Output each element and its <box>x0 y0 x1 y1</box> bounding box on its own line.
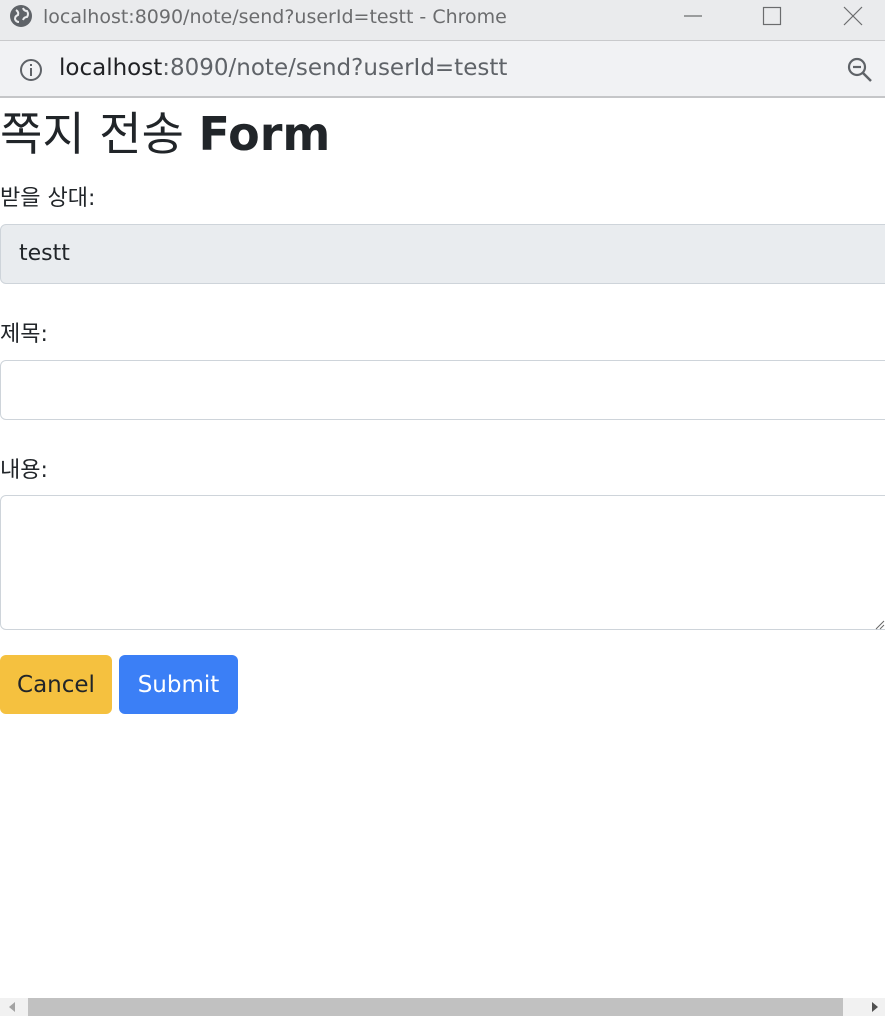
page-title-bold: Form <box>198 107 331 161</box>
subject-label: 제목: <box>0 322 48 347</box>
subject-input[interactable] <box>0 360 885 420</box>
maximize-icon <box>762 6 782 26</box>
recipient-label: 받을 상대: <box>0 186 96 211</box>
scroll-left-arrow-icon[interactable] <box>8 1002 16 1012</box>
scroll-right-arrow-icon[interactable] <box>871 1002 879 1012</box>
info-icon[interactable] <box>19 58 43 82</box>
page-content: 쪽지 전송 Form 받을 상대: testt 제목: 내용: Cancel S… <box>0 100 885 998</box>
address-bar[interactable]: localhost:8090/note/send?userId=testt <box>0 40 885 98</box>
submit-button[interactable]: Submit <box>119 655 238 714</box>
window-title-bar: localhost:8090/note/send?userId=testt - … <box>0 0 885 40</box>
minimize-button[interactable] <box>663 0 723 32</box>
minimize-icon <box>684 15 702 17</box>
window-title: localhost:8090/note/send?userId=testt - … <box>43 6 507 28</box>
content-textarea[interactable] <box>0 495 885 630</box>
globe-icon <box>10 5 32 27</box>
zoom-out-icon[interactable] <box>847 57 873 83</box>
horizontal-scrollbar[interactable] <box>0 998 885 1016</box>
cancel-button[interactable]: Cancel <box>0 655 112 714</box>
page-title: 쪽지 전송 Form <box>0 104 330 164</box>
url-text[interactable]: localhost:8090/note/send?userId=testt <box>59 55 507 81</box>
scrollbar-thumb[interactable] <box>28 998 843 1016</box>
close-icon <box>843 6 863 26</box>
recipient-field[interactable]: testt <box>0 224 885 284</box>
resize-grip-icon[interactable] <box>873 618 885 630</box>
content-label: 내용: <box>0 458 48 483</box>
recipient-value: testt <box>19 241 70 266</box>
page-title-prefix: 쪽지 전송 <box>0 107 199 161</box>
close-button[interactable] <box>823 0 883 32</box>
url-path: :8090/note/send?userId=testt <box>162 55 508 81</box>
url-host: localhost <box>59 55 163 81</box>
maximize-button[interactable] <box>742 0 802 32</box>
